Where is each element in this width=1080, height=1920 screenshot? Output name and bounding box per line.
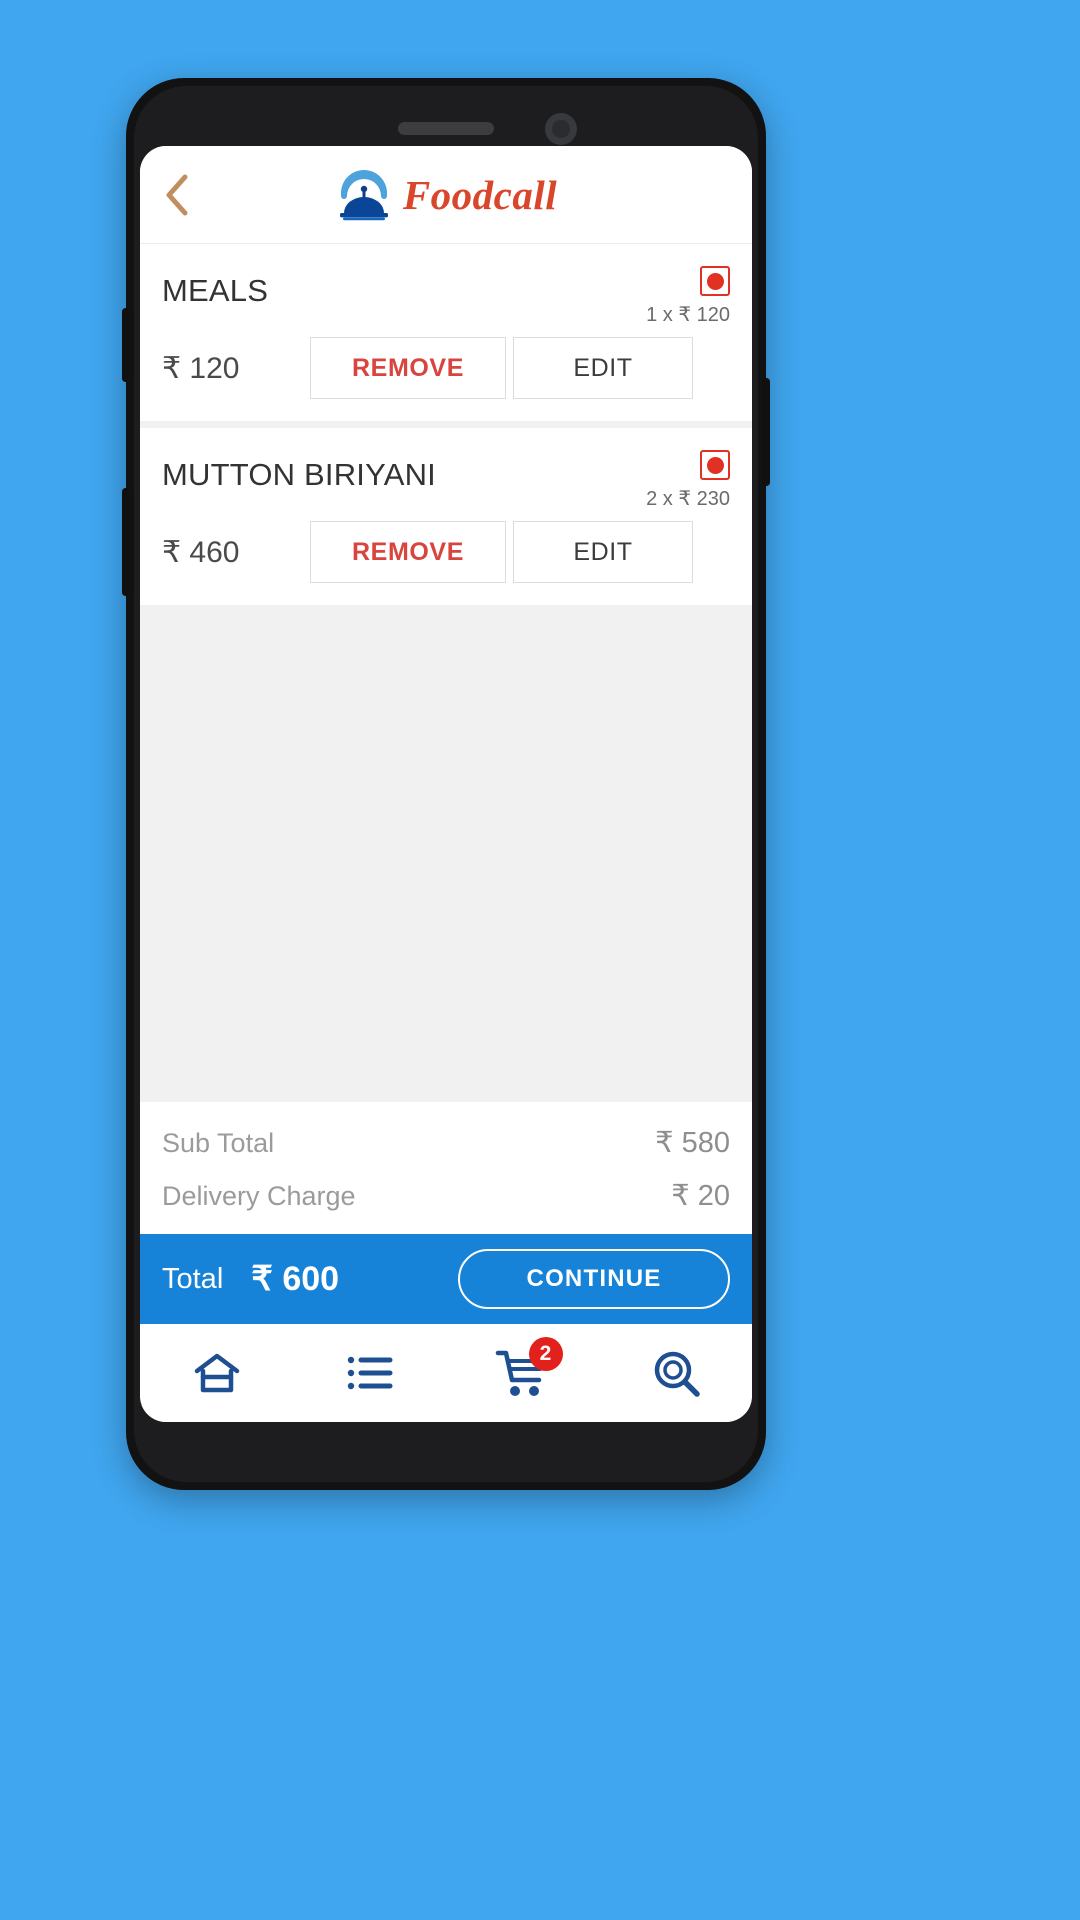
cart-item-actions: ₹ 120 REMOVE EDIT [140,327,752,421]
remove-button[interactable]: REMOVE [310,337,506,399]
cart-badge: 2 [528,1337,563,1371]
summary-row-subtotal: Sub Total ₹ 580 [162,1116,730,1169]
earpiece-speaker [398,122,494,135]
cart-item-quantity: 2 x ₹ 230 [646,488,730,510]
total-value: ₹ 600 [251,1260,340,1298]
subtotal-value: ₹ 580 [655,1127,730,1159]
remove-button[interactable]: REMOVE [310,521,506,583]
nav-item-cart[interactable]: 2 [446,1324,599,1422]
front-camera [545,113,577,145]
nav-item-orders[interactable] [293,1324,446,1422]
cart-item-header: MEALS 1 x ₹ 120 [140,244,752,327]
home-icon [194,1353,239,1393]
total-label: Total [162,1262,224,1295]
nonveg-indicator-icon [700,450,730,480]
cart-item-meta: 1 x ₹ 120 [646,266,730,327]
cart-item-quantity: 1 x ₹ 120 [646,304,730,326]
chevron-left-icon [166,174,188,215]
brand-name: Foodcall [402,171,558,218]
cart-item-meta: 2 x ₹ 230 [646,450,730,511]
cloche-phone-logo-icon [339,169,388,220]
edit-button[interactable]: EDIT [513,521,693,583]
nonveg-indicator-icon [700,266,730,296]
nav-item-search[interactable] [599,1324,752,1422]
nav-item-home[interactable] [140,1324,293,1422]
list-icon [347,1356,392,1390]
cart-item-card: MEALS 1 x ₹ 120 ₹ 120 REMOVE EDIT [140,244,752,421]
cart-item-name: MUTTON BIRIYANI [162,457,436,492]
cart-item-card: MUTTON BIRIYANI 2 x ₹ 230 ₹ 460 REMOVE E… [140,428,752,605]
app-screen: Foodcall MEALS 1 x ₹ 120 ₹ 120 REMOVE ED… [140,146,752,1422]
delivery-value: ₹ 20 [671,1180,730,1212]
cart-item-header: MUTTON BIRIYANI 2 x ₹ 230 [140,428,752,511]
delivery-label: Delivery Charge [162,1181,356,1211]
total-bar: Total ₹ 600 CONTINUE [140,1234,752,1324]
volume-up-button[interactable] [122,308,129,382]
volume-down-button[interactable] [122,488,129,596]
cart-item-name: MEALS [162,273,269,308]
screenshot-stage: Foodcall MEALS 1 x ₹ 120 ₹ 120 REMOVE ED… [0,0,1080,1920]
cart-list: MEALS 1 x ₹ 120 ₹ 120 REMOVE EDIT MUTTON… [140,244,752,1102]
nonveg-dot [706,272,724,290]
continue-button[interactable]: CONTINUE [458,1249,730,1309]
cart-icon-wrap: 2 [495,1337,563,1399]
subtotal-label: Sub Total [162,1128,275,1158]
phone-device: Foodcall MEALS 1 x ₹ 120 ₹ 120 REMOVE ED… [122,78,770,1490]
back-button[interactable] [140,146,214,244]
app-bar: Foodcall [140,146,752,244]
power-button[interactable] [763,378,770,486]
brand-block: Foodcall [140,146,752,243]
nonveg-dot [706,456,724,474]
summary-row-delivery: Delivery Charge ₹ 20 [162,1169,730,1222]
order-summary: Sub Total ₹ 580 Delivery Charge ₹ 20 [140,1102,752,1234]
cart-item-actions: ₹ 460 REMOVE EDIT [140,511,752,605]
edit-button[interactable]: EDIT [513,337,693,399]
search-icon [654,1351,700,1397]
cart-item-price: ₹ 120 [162,351,240,385]
cart-item-price: ₹ 460 [162,535,240,569]
bottom-navigation: 2 [140,1324,752,1422]
cart-empty-space [140,612,752,1102]
